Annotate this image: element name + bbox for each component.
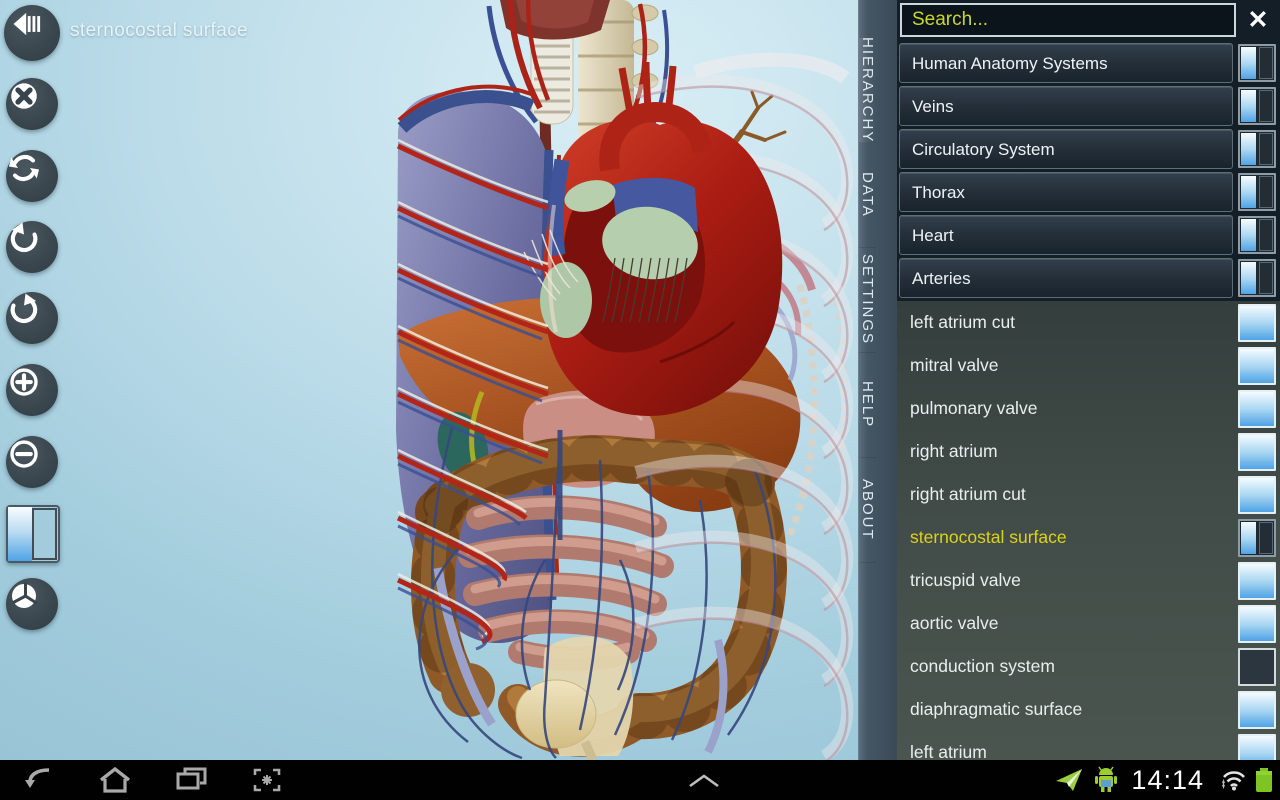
screenshot-button[interactable] <box>250 765 284 795</box>
visibility-toggle-full[interactable] <box>1238 389 1276 428</box>
back-button[interactable] <box>4 5 60 61</box>
nav-icons <box>0 765 352 795</box>
group-row: Thorax <box>899 172 1276 212</box>
notification-android-icon <box>1095 766 1118 792</box>
tab-help[interactable]: HELP <box>859 353 876 458</box>
pie-view-button[interactable] <box>6 578 58 630</box>
visibility-toggle-full[interactable] <box>1238 733 1276 760</box>
android-recents-button[interactable] <box>174 765 208 795</box>
android-system-bar: 14:14 <box>0 760 1280 800</box>
status-cluster[interactable]: 14:14 <box>1055 765 1280 796</box>
screenshot-icon <box>253 768 281 792</box>
visibility-toggle-partial[interactable] <box>1238 130 1276 168</box>
group-row: Veins <box>899 86 1276 126</box>
part-label: left atrium <box>910 742 987 760</box>
visibility-toggle-full[interactable] <box>1238 475 1276 514</box>
group-button[interactable]: Veins <box>899 86 1233 126</box>
visibility-toggle-empty[interactable] <box>1238 647 1276 686</box>
visibility-toggle-partial[interactable] <box>1238 173 1276 211</box>
group-row: Circulatory System <box>899 129 1276 169</box>
android-home-button[interactable] <box>98 765 132 795</box>
part-label: aortic valve <box>910 613 999 633</box>
visibility-toggle-partial[interactable] <box>1238 44 1276 82</box>
group-row: Arteries <box>899 258 1276 298</box>
recent-apps-icon <box>176 767 207 790</box>
visibility-toggle-partial[interactable] <box>1238 216 1276 254</box>
part-label: pulmonary valve <box>910 398 1038 418</box>
wifi-status-icon <box>1222 771 1245 791</box>
bar-center <box>352 770 1055 790</box>
anatomy-model[interactable] <box>0 0 858 760</box>
rotate-left-button[interactable] <box>6 221 58 273</box>
split-view-button[interactable] <box>6 505 60 563</box>
home-icon <box>99 766 131 793</box>
search-box <box>900 3 1236 37</box>
group-button[interactable]: Thorax <box>899 172 1233 212</box>
part-label: right atrium cut <box>910 484 1026 504</box>
tab-settings[interactable]: SETTINGS <box>859 248 876 353</box>
android-back-button[interactable] <box>22 765 56 795</box>
group-button[interactable]: Human Anatomy Systems <box>899 43 1233 83</box>
part-label: sternocostal surface <box>910 527 1067 547</box>
group-button[interactable]: Circulatory System <box>899 129 1233 169</box>
part-label: right atrium <box>910 441 998 461</box>
hierarchy-panel: ✕ Human Anatomy SystemsVeinsCirculatory … <box>897 0 1280 760</box>
part-row[interactable]: conduction system <box>897 645 1280 688</box>
group-button[interactable]: Arteries <box>899 258 1233 298</box>
zoom-out-button[interactable] <box>6 436 58 488</box>
group-list: Human Anatomy Systems Veins Circulatory Sy… <box>897 43 1280 298</box>
rotate-right-button[interactable] <box>6 292 58 344</box>
part-row[interactable]: sternocostal surface <box>897 516 1280 559</box>
part-row[interactable]: mitral valve <box>897 344 1280 387</box>
part-label: conduction system <box>910 656 1055 676</box>
part-label: left atrium cut <box>910 312 1016 332</box>
part-row[interactable]: right atrium <box>897 430 1280 473</box>
visibility-toggle-partial[interactable] <box>1238 87 1276 125</box>
part-label: mitral valve <box>910 355 999 375</box>
group-button[interactable]: Heart <box>899 215 1233 255</box>
tab-about[interactable]: ABOUT <box>859 458 876 563</box>
part-label: diaphragmatic surface <box>910 699 1083 719</box>
side-tab-strip: HIERARCHY DATA SETTINGS HELP ABOUT <box>858 0 897 760</box>
app-screen: sternocostal surface HIERARCHY DATA SETTIN… <box>0 0 1280 800</box>
back-arrow-icon <box>25 768 50 788</box>
part-row[interactable]: pulmonary valve <box>897 387 1280 430</box>
notification-paper-plane-icon <box>1056 769 1083 791</box>
battery-status-icon <box>1256 768 1272 792</box>
visibility-toggle-full[interactable] <box>1238 346 1276 385</box>
part-row[interactable]: left atrium <box>897 731 1280 760</box>
expand-chevron-icon[interactable] <box>682 770 726 790</box>
group-row: Human Anatomy Systems <box>899 43 1276 83</box>
search-row: ✕ <box>897 0 1280 40</box>
tab-data[interactable]: DATA <box>859 143 876 248</box>
search-input[interactable] <box>902 9 1234 31</box>
visibility-toggle-full[interactable] <box>1238 561 1276 600</box>
visibility-toggle-full[interactable] <box>1238 432 1276 471</box>
part-row[interactable]: aortic valve <box>897 602 1280 645</box>
visibility-toggle-partial[interactable] <box>1238 259 1276 297</box>
part-row[interactable]: tricuspid valve <box>897 559 1280 602</box>
group-row: Heart <box>899 215 1276 255</box>
close-button[interactable] <box>6 78 58 130</box>
part-row[interactable]: left atrium cut <box>897 301 1280 344</box>
visibility-toggle-partial[interactable] <box>1238 518 1276 557</box>
part-row[interactable]: right atrium cut <box>897 473 1280 516</box>
clock: 14:14 <box>1131 764 1204 795</box>
zoom-in-button[interactable] <box>6 364 58 416</box>
tab-hierarchy[interactable]: HIERARCHY <box>859 37 876 143</box>
visibility-toggle-full[interactable] <box>1238 303 1276 342</box>
close-panel-button[interactable]: ✕ <box>1236 0 1280 40</box>
visibility-toggle-full[interactable] <box>1238 604 1276 643</box>
selected-part-title: sternocostal surface <box>70 20 249 41</box>
part-label: tricuspid valve <box>910 570 1021 590</box>
anatomy-3d-viewport[interactable]: sternocostal surface <box>0 0 858 760</box>
visibility-toggle-full[interactable] <box>1238 690 1276 729</box>
parts-list: left atrium cut mitral valve pulmonary val… <box>897 301 1280 760</box>
refresh-button[interactable] <box>6 150 58 202</box>
part-row[interactable]: diaphragmatic surface <box>897 688 1280 731</box>
